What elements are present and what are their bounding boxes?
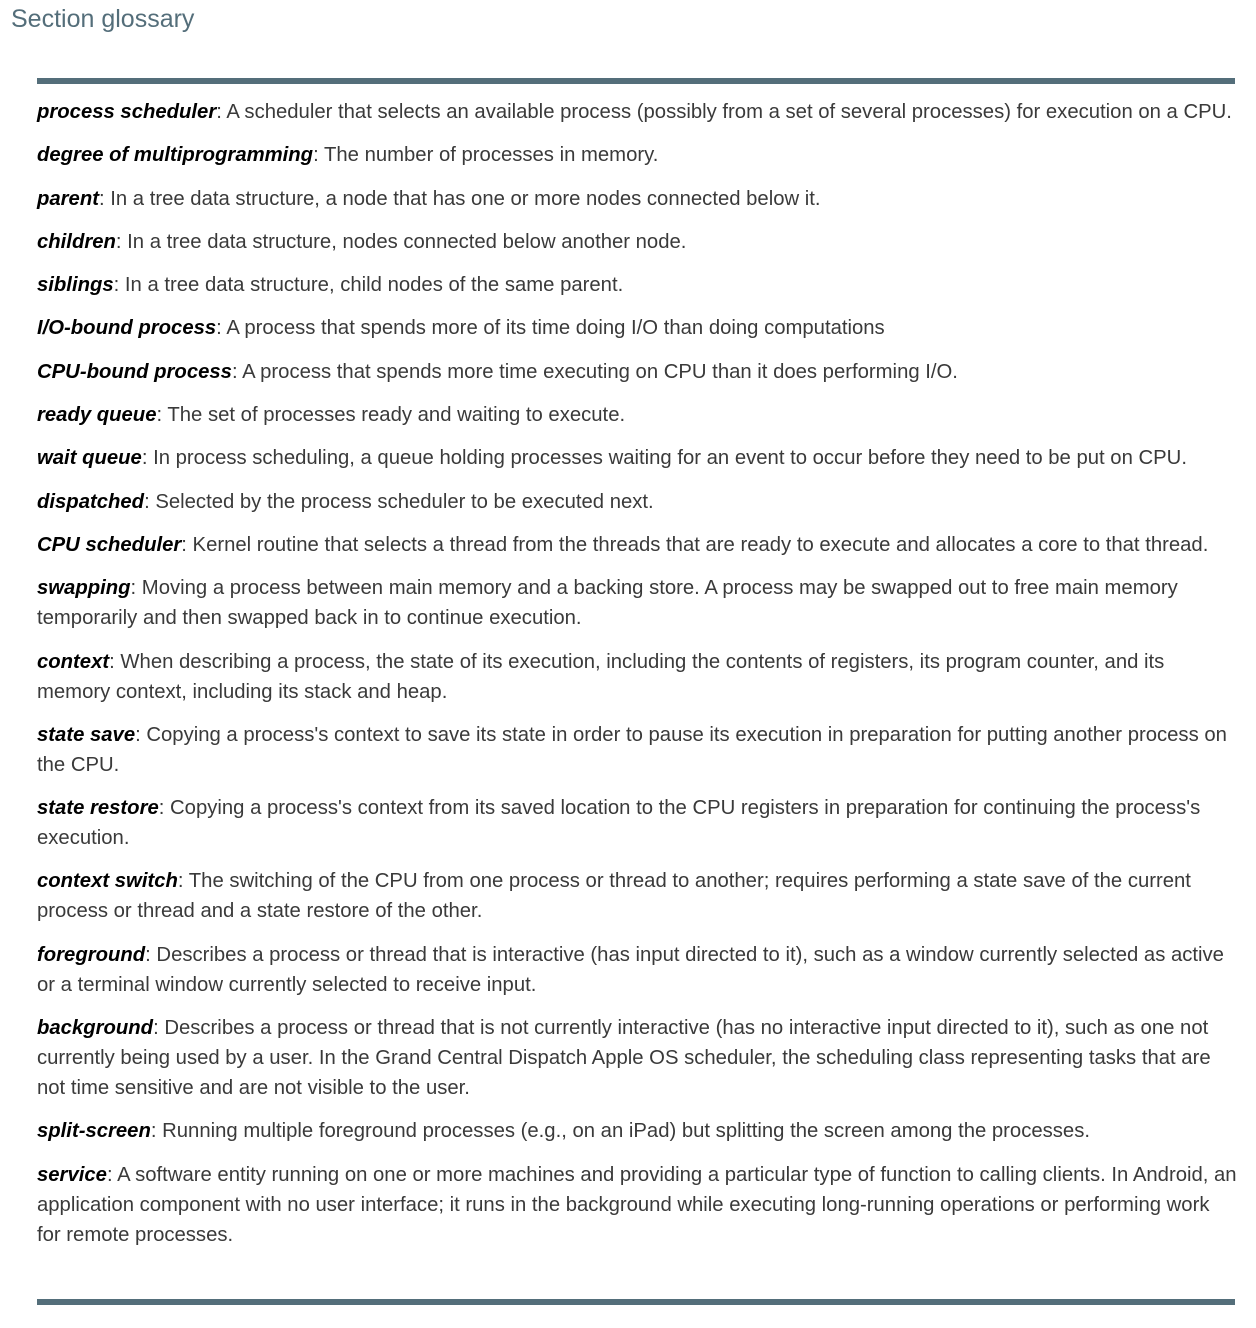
glossary-definition: : In a tree data structure, nodes connec… [115,230,687,253]
glossary-term: ready queue [37,404,157,427]
glossary-definition: : In a tree data structure, a node that … [98,187,821,210]
glossary-entry: wait queue: In process scheduling, a que… [37,443,1237,473]
glossary-entry: I/O-bound process: A process that spends… [37,313,1237,343]
glossary-entry: context switch: The switching of the CPU… [37,866,1237,926]
glossary-term: children [37,230,116,253]
glossary-entry: background: Describes a process or threa… [37,1013,1237,1103]
glossary-entry: state restore: Copying a process's conte… [37,793,1237,853]
glossary-definition: : The set of processes ready and waiting… [156,404,626,427]
glossary-definition: : Describes a process or thread that is … [37,1017,1211,1100]
glossary-definition: : Describes a process or thread that is … [37,943,1224,996]
glossary-term: parent [37,187,99,210]
glossary-entry: split-screen: Running multiple foregroun… [37,1116,1237,1146]
glossary-term: wait queue [37,447,142,470]
glossary-entry: state save: Copying a process's context … [37,720,1237,780]
glossary-term: state restore [37,797,159,820]
glossary-term: siblings [37,274,114,297]
section-title: Section glossary [11,5,195,33]
glossary-definition: : A scheduler that selects an available … [216,101,1232,123]
glossary-definition: : Running multiple foreground processes … [150,1120,1090,1143]
glossary-term: split-screen [37,1120,151,1143]
glossary-entry: parent: In a tree data structure, a node… [37,184,1237,214]
glossary-list: process scheduler: A scheduler that sele… [37,97,1237,1263]
glossary-term: foreground [37,943,146,966]
glossary-entry: foreground: Describes a process or threa… [37,940,1237,1000]
glossary-term: context [37,650,110,673]
glossary-definition: : In process scheduling, a queue holding… [141,447,1187,470]
glossary-term: swapping [37,577,131,600]
glossary-term: CPU scheduler [37,533,182,556]
glossary-definition: : A process that spends more of its time… [216,317,885,340]
glossary-entry: ready queue: The set of processes ready … [37,400,1237,430]
glossary-definition: : A process that spends more time execut… [231,360,958,383]
glossary-term: state save [37,723,136,746]
glossary-entry: context: When describing a process, the … [37,647,1237,707]
glossary-definition: : Copying a process's context from its s… [37,797,1201,850]
glossary-term: dispatched [37,490,145,513]
bottom-divider [37,1299,1235,1305]
glossary-entry: dispatched: Selected by the process sche… [37,487,1237,517]
glossary-entry: children: In a tree data structure, node… [37,227,1237,257]
glossary-term: background [37,1017,154,1040]
glossary-term: process scheduler [37,101,217,123]
glossary-entry: swapping: Moving a process between main … [37,573,1237,633]
glossary-definition: : Moving a process between main memory a… [37,577,1178,630]
glossary-term: I/O-bound process [37,317,217,340]
glossary-entry: CPU-bound process: A process that spends… [37,357,1237,387]
glossary-term: context switch [37,870,178,893]
glossary-entry: siblings: In a tree data structure, chil… [37,270,1237,300]
glossary-definition: : The number of processes in memory. [313,144,659,167]
glossary-definition: : The switching of the CPU from one proc… [37,870,1191,923]
glossary-definition: : When describing a process, the state o… [37,650,1165,703]
glossary-definition: : Selected by the process scheduler to b… [144,490,654,513]
top-divider [37,78,1235,84]
glossary-definition: : A software entity running on one or mo… [37,1163,1237,1246]
glossary-definition: : In a tree data structure, child nodes … [113,274,624,297]
glossary-term: CPU-bound process [37,360,232,383]
glossary-entry: process scheduler: A scheduler that sele… [37,97,1237,127]
glossary-term: service [37,1163,107,1186]
glossary-entry: service: A software entity running on on… [37,1160,1237,1250]
glossary-entry: CPU scheduler: Kernel routine that selec… [37,530,1237,560]
glossary-definition: : Kernel routine that selects a thread f… [181,533,1209,556]
glossary-term: degree of multiprogramming [37,144,314,167]
glossary-definition: : Copying a process's context to save it… [37,723,1227,776]
glossary-entry: degree of multiprogramming: The number o… [37,140,1237,170]
